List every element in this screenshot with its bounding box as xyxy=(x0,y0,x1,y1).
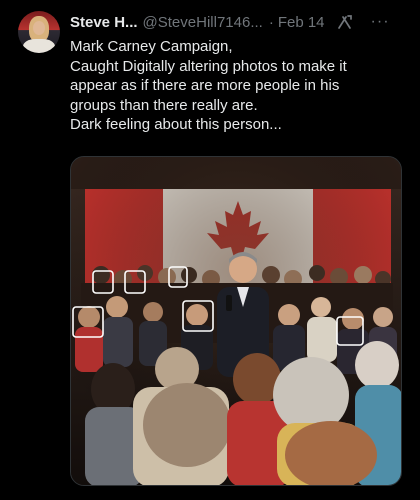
tweet-text-line: Mark Carney Campaign, xyxy=(70,38,233,55)
avatar[interactable] xyxy=(18,11,60,53)
tweet-text-line: Caught Digitally altering photos to make… xyxy=(70,57,347,75)
tweet-text-line: groups than there really are. xyxy=(70,96,258,114)
tweet-header: Steve H... @SteveHill7146... · Feb 14 ··… xyxy=(70,12,410,32)
tweet-text: Mark Carney Campaign, Caught Digitally a… xyxy=(70,37,410,135)
separator-dot: · xyxy=(268,13,274,31)
grok-icon[interactable] xyxy=(337,14,353,30)
author-name[interactable]: Steve H... xyxy=(70,14,138,31)
avatar-face xyxy=(33,21,45,35)
tweet-text-line: Dark feeling about this person... xyxy=(70,116,282,133)
tweet-photo[interactable] xyxy=(70,156,402,486)
tweet-text-line: appear as if there are more people in hi… xyxy=(70,77,340,94)
more-icon[interactable]: ··· xyxy=(371,13,390,31)
avatar-shoulders xyxy=(23,39,55,53)
author-handle[interactable]: @SteveHill7146... xyxy=(143,14,263,31)
tweet-date[interactable]: Feb 14 xyxy=(278,14,325,31)
